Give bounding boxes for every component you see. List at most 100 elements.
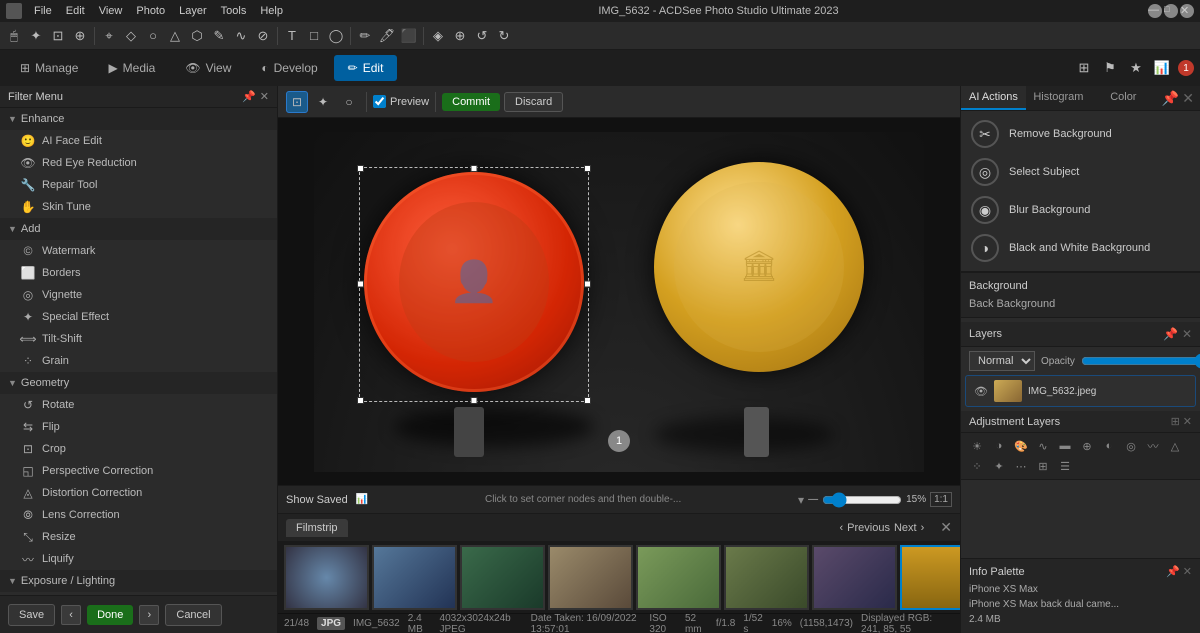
menu-tools[interactable]: Tools: [215, 3, 253, 19]
adj-bw-icon[interactable]: ◐: [1099, 437, 1119, 455]
adj-blur-icon[interactable]: 〰: [1143, 437, 1163, 455]
filmstrip-tab[interactable]: Filmstrip: [286, 519, 348, 537]
pin-icon[interactable]: 📌: [242, 90, 256, 103]
action-select-subject[interactable]: ◎ Select Subject: [961, 153, 1200, 191]
tab-histogram[interactable]: Histogram: [1026, 86, 1091, 110]
magic-wand-tool[interactable]: ✦: [312, 91, 334, 113]
tab-manage[interactable]: ⊞ Manage: [6, 55, 92, 81]
thumb-2[interactable]: [372, 545, 457, 610]
menu-item-red-eye[interactable]: 👁 Red Eye Reduction: [0, 152, 277, 174]
toolbar-icon-11[interactable]: ∿: [231, 26, 251, 46]
menu-item-rotate[interactable]: ↺ Rotate: [0, 394, 277, 416]
menu-item-watermark[interactable]: © Watermark: [0, 240, 277, 262]
discard-button[interactable]: Discard: [504, 92, 563, 112]
action-remove-background[interactable]: ✂ Remove Background: [961, 115, 1200, 153]
toolbar-icon-22[interactable]: ↻: [494, 26, 514, 46]
close-right-icon[interactable]: ✕: [1182, 90, 1194, 107]
thumb-4[interactable]: [548, 545, 633, 610]
thumb-5[interactable]: [636, 545, 721, 610]
section-add[interactable]: ▼ Add: [0, 218, 277, 240]
adj-levels-icon[interactable]: ▬: [1055, 437, 1075, 455]
show-saved-button[interactable]: Show Saved: [286, 494, 348, 506]
toolbar-icon-15[interactable]: ◯: [326, 26, 346, 46]
prev-arrow[interactable]: ‹: [61, 605, 81, 625]
menu-photo[interactable]: Photo: [130, 3, 171, 19]
maximize-button[interactable]: □: [1164, 4, 1178, 18]
toolbar-icon-13[interactable]: T: [282, 26, 302, 46]
adj-vignette-icon[interactable]: ◎: [1121, 437, 1141, 455]
prev-chevron[interactable]: ‹: [840, 522, 844, 534]
handle-tl[interactable]: [357, 165, 364, 172]
thumb-1[interactable]: [284, 545, 369, 610]
adj-noise-icon[interactable]: ⁘: [967, 457, 987, 475]
toolbar-icon-21[interactable]: ↺: [472, 26, 492, 46]
menu-item-crop[interactable]: ⊡ Crop: [0, 438, 277, 460]
cancel-button[interactable]: Cancel: [165, 604, 221, 626]
toolbar-icon-5[interactable]: ⌖: [99, 26, 119, 46]
menu-item-borders[interactable]: ⬜ Borders: [0, 262, 277, 284]
toolbar-icon-12[interactable]: ⊘: [253, 26, 273, 46]
menu-item-flip[interactable]: ⇆ Flip: [0, 416, 277, 438]
menu-item-liquify[interactable]: 〰 Liquify: [0, 548, 277, 570]
info-close-icon[interactable]: ✕: [1183, 565, 1192, 578]
thumb-6[interactable]: [724, 545, 809, 610]
layer-row-1[interactable]: 👁 IMG_5632.jpeg: [965, 375, 1196, 407]
tab-media[interactable]: ▶ Media: [94, 55, 169, 81]
layer-eye-icon[interactable]: 👁: [974, 385, 988, 398]
tab-color[interactable]: Color: [1091, 86, 1156, 110]
star-icon[interactable]: ★: [1126, 58, 1146, 78]
zoom-slider[interactable]: [822, 492, 902, 508]
tab-edit[interactable]: ✏ Edit: [334, 55, 398, 81]
flag-icon[interactable]: ⚑: [1100, 58, 1120, 78]
preview-checkbox-label[interactable]: Preview: [373, 95, 429, 108]
filmstrip-close[interactable]: ✕: [940, 519, 952, 536]
menu-layer[interactable]: Layer: [173, 3, 213, 19]
minimize-button[interactable]: —: [1148, 4, 1162, 18]
lasso-tool[interactable]: ○: [338, 91, 360, 113]
adj-hsl-icon[interactable]: ⊕: [1077, 437, 1097, 455]
toolbar-icon-8[interactable]: △: [165, 26, 185, 46]
badge-icon[interactable]: 1: [1178, 60, 1194, 76]
layers-pin-icon[interactable]: 📌: [1163, 327, 1178, 341]
toolbar-icon-16[interactable]: ✏: [355, 26, 375, 46]
handle-tm[interactable]: [471, 165, 478, 172]
tab-ai-actions[interactable]: AI Actions: [961, 86, 1026, 110]
toolbar-icon-18[interactable]: ⬛: [399, 26, 419, 46]
image-area[interactable]: 👤 🏛: [278, 118, 960, 485]
toolbar-icon-3[interactable]: ⊡: [48, 26, 68, 46]
menu-item-perspective[interactable]: ◱ Perspective Correction: [0, 460, 277, 482]
menu-file[interactable]: File: [28, 3, 58, 19]
handle-ml[interactable]: [357, 281, 364, 288]
menu-item-grain[interactable]: ⁘ Grain: [0, 350, 277, 372]
toolbar-icon-14[interactable]: □: [304, 26, 324, 46]
zoom-1to1[interactable]: 1:1: [930, 492, 952, 507]
toolbar-icon-9[interactable]: ⬡: [187, 26, 207, 46]
handle-br[interactable]: [584, 397, 591, 404]
adj-curve-icon[interactable]: ∿: [1033, 437, 1053, 455]
tab-view[interactable]: 👁 View: [171, 55, 245, 81]
menu-item-skin-tune[interactable]: ✋ Skin Tune: [0, 196, 277, 218]
adj-healing-icon[interactable]: ✦: [989, 457, 1009, 475]
action-blur-background[interactable]: ◉ Blur Background: [961, 191, 1200, 229]
preview-checkbox[interactable]: [373, 95, 386, 108]
close-button[interactable]: ✕: [1180, 4, 1194, 18]
menu-help[interactable]: Help: [254, 3, 289, 19]
toolbar-icon-10[interactable]: ✎: [209, 26, 229, 46]
zoom-down-icon[interactable]: ▾: [798, 493, 804, 507]
adj-more-icon[interactable]: ⋯: [1011, 457, 1031, 475]
toolbar-icon-2[interactable]: ✦: [26, 26, 46, 46]
adj-sharpen-icon[interactable]: △: [1165, 437, 1185, 455]
section-geometry[interactable]: ▼ Geometry: [0, 372, 277, 394]
save-button[interactable]: Save: [8, 604, 55, 626]
adj-close-icon[interactable]: ✕: [1183, 415, 1192, 428]
adj-list-icon[interactable]: ☰: [1055, 457, 1075, 475]
action-bw-background[interactable]: ◑ Black and White Background: [961, 229, 1200, 267]
previous-label[interactable]: Previous: [847, 522, 890, 534]
adj-brightness-icon[interactable]: ☀: [967, 437, 987, 455]
menu-item-vignette[interactable]: ◎ Vignette: [0, 284, 277, 306]
info-pin-icon[interactable]: 📌: [1166, 565, 1180, 578]
left-scroll[interactable]: ▼ Enhance 🙂 AI Face Edit 👁 Red Eye Reduc…: [0, 108, 277, 595]
menu-edit[interactable]: Edit: [60, 3, 91, 19]
next-arrow[interactable]: ›: [139, 605, 159, 625]
layers-close-icon[interactable]: ✕: [1182, 327, 1192, 341]
